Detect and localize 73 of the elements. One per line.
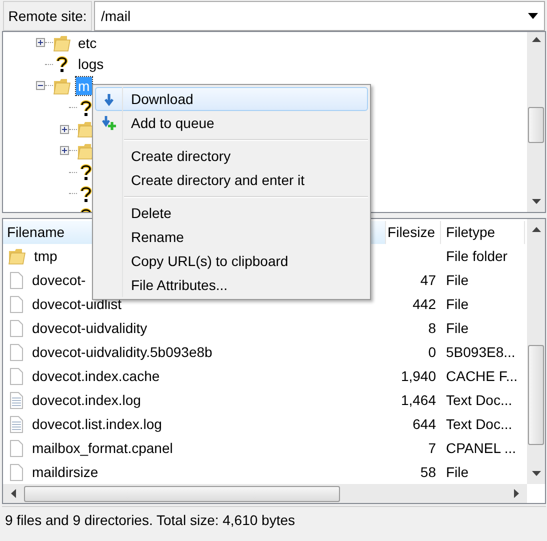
file-size: 58	[420, 462, 436, 482]
file-icon	[8, 367, 24, 385]
file-size: 0	[428, 342, 436, 362]
file-icon	[8, 295, 24, 313]
file-icon	[8, 463, 24, 481]
tree-item[interactable]: logs	[76, 55, 106, 74]
file-type: Text Doc...	[446, 392, 512, 408]
scroll-thumb[interactable]	[24, 486, 340, 502]
scroll-down-icon[interactable]	[532, 199, 540, 204]
tree-item[interactable]: etc	[76, 34, 99, 52]
scroll-down-icon[interactable]	[532, 471, 540, 476]
file-size: 644	[412, 414, 436, 434]
file-icon	[8, 439, 24, 457]
file-type: File	[446, 272, 469, 288]
remote-site-label: Remote site:	[3, 1, 92, 31]
file-size: 442	[412, 294, 436, 314]
horizontal-scrollbar[interactable]	[3, 484, 527, 503]
expand-icon[interactable]	[36, 38, 45, 48]
file-type: File folder	[446, 248, 508, 264]
file-name[interactable]: dovecot-uidvalidity	[32, 318, 148, 338]
file-type: File	[446, 464, 469, 480]
scroll-thumb[interactable]	[528, 345, 544, 445]
file-name[interactable]: dovecot-	[32, 270, 86, 290]
menu-item[interactable]: Create directory	[95, 144, 368, 168]
path-value: /mail	[101, 6, 132, 26]
file-name[interactable]: tmp	[34, 246, 58, 266]
file-name[interactable]: dovecot.index.log	[32, 390, 141, 410]
dropdown-caret-icon	[528, 13, 538, 19]
menu-item[interactable]: Rename	[95, 225, 368, 249]
menu-item[interactable]: Add to queue	[95, 111, 368, 135]
menu-item[interactable]: Download	[95, 87, 368, 111]
folder-icon	[8, 247, 26, 265]
file-size: 8	[428, 318, 436, 338]
file-name[interactable]: maildirsize	[32, 462, 98, 482]
file-name[interactable]: dovecot.index.cache	[32, 366, 160, 386]
file-type: CPANEL ...	[446, 440, 516, 456]
file-name[interactable]: dovecot.list.index.log	[32, 414, 162, 434]
text-file-icon	[8, 391, 24, 409]
vertical-scrollbar[interactable]	[527, 32, 545, 212]
file-type: 5B093E8...	[446, 344, 516, 360]
folder-icon	[53, 76, 71, 95]
file-name[interactable]: mailbox_format.cpanel	[32, 438, 173, 458]
menu-item[interactable]: Create directory and enter it	[95, 168, 368, 192]
file-icon	[8, 343, 24, 361]
file-name[interactable]: dovecot-uidvalidity.5b093e8b	[32, 342, 212, 362]
collapse-icon[interactable]	[36, 81, 45, 90]
scroll-right-icon[interactable]	[514, 489, 519, 498]
path-combobox[interactable]: /mail	[94, 1, 545, 31]
menu-item[interactable]: Delete	[95, 201, 368, 225]
folder-icon	[53, 34, 71, 52]
file-type: File	[446, 296, 469, 312]
scroll-up-icon[interactable]	[532, 37, 540, 42]
text-file-icon	[8, 415, 24, 433]
file-size: 1,464	[400, 390, 436, 410]
scroll-thumb[interactable]	[528, 107, 544, 143]
file-type: CACHE F...	[446, 368, 518, 384]
file-size: 47	[420, 270, 436, 290]
file-icon	[8, 271, 24, 289]
column-header[interactable]: Filesize	[386, 221, 441, 244]
menu-item[interactable]: Copy URL(s) to clipboard	[95, 249, 368, 273]
down-arrow-icon	[103, 92, 115, 106]
add-queue-icon	[101, 115, 117, 131]
file-type: Text Doc...	[446, 416, 512, 432]
file-icon	[8, 319, 24, 337]
file-type: File	[446, 320, 469, 336]
status-bar: 9 files and 9 directories. Total size: 4,610 bytes	[2, 506, 546, 533]
vertical-scrollbar[interactable]	[527, 219, 545, 484]
scroll-left-icon[interactable]	[11, 489, 16, 498]
file-size: 1,940	[400, 366, 436, 386]
file-size: 7	[428, 438, 436, 458]
scroll-up-icon[interactable]	[532, 227, 540, 232]
expand-icon[interactable]	[60, 124, 69, 134]
expand-icon[interactable]	[60, 146, 69, 156]
